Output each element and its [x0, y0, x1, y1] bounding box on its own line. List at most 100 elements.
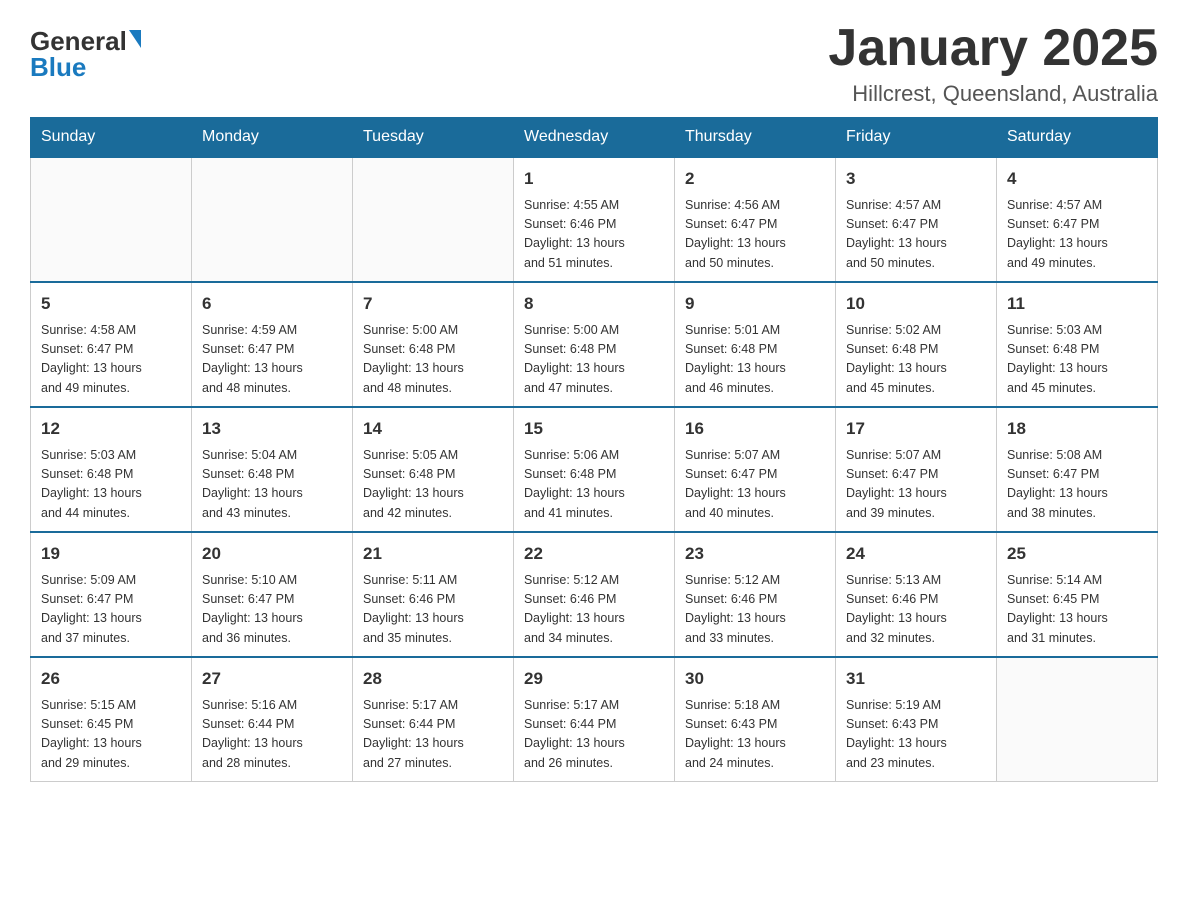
day-info: Sunrise: 5:10 AM Sunset: 6:47 PM Dayligh…: [202, 571, 342, 649]
calendar-header-monday: Monday: [192, 118, 353, 158]
day-number: 27: [202, 666, 342, 692]
day-info: Sunrise: 5:01 AM Sunset: 6:48 PM Dayligh…: [685, 321, 825, 399]
calendar-cell: 2 Sunrise: 4:56 AM Sunset: 6:47 PM Daylig…: [675, 157, 836, 282]
calendar-cell: 9 Sunrise: 5:01 AM Sunset: 6:48 PM Daylig…: [675, 282, 836, 407]
day-number: 9: [685, 291, 825, 317]
day-info: Sunrise: 4:59 AM Sunset: 6:47 PM Dayligh…: [202, 321, 342, 399]
day-number: 5: [41, 291, 181, 317]
day-number: 18: [1007, 416, 1147, 442]
day-info: Sunrise: 5:17 AM Sunset: 6:44 PM Dayligh…: [524, 696, 664, 774]
calendar-cell: 23 Sunrise: 5:12 AM Sunset: 6:46 PM Dayli…: [675, 532, 836, 657]
day-number: 19: [41, 541, 181, 567]
day-info: Sunrise: 5:04 AM Sunset: 6:48 PM Dayligh…: [202, 446, 342, 524]
calendar-cell: 4 Sunrise: 4:57 AM Sunset: 6:47 PM Daylig…: [997, 157, 1158, 282]
day-info: Sunrise: 5:03 AM Sunset: 6:48 PM Dayligh…: [1007, 321, 1147, 399]
day-number: 11: [1007, 291, 1147, 317]
calendar-cell: 13 Sunrise: 5:04 AM Sunset: 6:48 PM Dayli…: [192, 407, 353, 532]
day-number: 21: [363, 541, 503, 567]
calendar-cell: 31 Sunrise: 5:19 AM Sunset: 6:43 PM Dayli…: [836, 657, 997, 782]
calendar-cell: 15 Sunrise: 5:06 AM Sunset: 6:48 PM Dayli…: [514, 407, 675, 532]
calendar-cell: 1 Sunrise: 4:55 AM Sunset: 6:46 PM Daylig…: [514, 157, 675, 282]
calendar-cell: 21 Sunrise: 5:11 AM Sunset: 6:46 PM Dayli…: [353, 532, 514, 657]
calendar-cell: 16 Sunrise: 5:07 AM Sunset: 6:47 PM Dayli…: [675, 407, 836, 532]
day-number: 22: [524, 541, 664, 567]
day-number: 17: [846, 416, 986, 442]
day-info: Sunrise: 5:00 AM Sunset: 6:48 PM Dayligh…: [363, 321, 503, 399]
calendar-cell: [31, 157, 192, 282]
day-number: 16: [685, 416, 825, 442]
calendar-cell: 24Sunrise: 5:13 AM Sunset: 6:46 PM Dayli…: [836, 532, 997, 657]
day-info: Sunrise: 5:12 AM Sunset: 6:46 PM Dayligh…: [685, 571, 825, 649]
title-block: January 2025 Hillcrest, Queensland, Aust…: [828, 20, 1158, 107]
day-info: Sunrise: 5:19 AM Sunset: 6:43 PM Dayligh…: [846, 696, 986, 774]
day-info: Sunrise: 5:08 AM Sunset: 6:47 PM Dayligh…: [1007, 446, 1147, 524]
day-number: 8: [524, 291, 664, 317]
calendar-cell: 8 Sunrise: 5:00 AM Sunset: 6:48 PM Daylig…: [514, 282, 675, 407]
calendar-table: SundayMondayTuesdayWednesdayThursdayFrid…: [30, 117, 1158, 782]
day-number: 20: [202, 541, 342, 567]
day-number: 10: [846, 291, 986, 317]
calendar-cell: 10Sunrise: 5:02 AM Sunset: 6:48 PM Dayli…: [836, 282, 997, 407]
calendar-header-tuesday: Tuesday: [353, 118, 514, 158]
calendar-header-wednesday: Wednesday: [514, 118, 675, 158]
calendar-cell: 17 Sunrise: 5:07 AM Sunset: 6:47 PM Dayli…: [836, 407, 997, 532]
day-info: Sunrise: 5:07 AM Sunset: 6:47 PM Dayligh…: [685, 446, 825, 524]
logo: General Blue: [30, 28, 141, 80]
logo-text-black: General: [30, 28, 127, 54]
day-info: Sunrise: 5:16 AM Sunset: 6:44 PM Dayligh…: [202, 696, 342, 774]
calendar-header-sunday: Sunday: [31, 118, 192, 158]
month-title: January 2025: [828, 20, 1158, 77]
day-info: Sunrise: 5:00 AM Sunset: 6:48 PM Dayligh…: [524, 321, 664, 399]
calendar-cell: 14 Sunrise: 5:05 AM Sunset: 6:48 PM Dayli…: [353, 407, 514, 532]
calendar-cell: 18 Sunrise: 5:08 AM Sunset: 6:47 PM Dayli…: [997, 407, 1158, 532]
calendar-header-saturday: Saturday: [997, 118, 1158, 158]
day-info: Sunrise: 5:12 AM Sunset: 6:46 PM Dayligh…: [524, 571, 664, 649]
day-number: 30: [685, 666, 825, 692]
calendar-cell: 6Sunrise: 4:59 AM Sunset: 6:47 PM Daylig…: [192, 282, 353, 407]
day-number: 23: [685, 541, 825, 567]
day-info: Sunrise: 5:07 AM Sunset: 6:47 PM Dayligh…: [846, 446, 986, 524]
calendar-cell: [997, 657, 1158, 782]
calendar-cell: 27 Sunrise: 5:16 AM Sunset: 6:44 PM Dayli…: [192, 657, 353, 782]
calendar-header-thursday: Thursday: [675, 118, 836, 158]
calendar-header-friday: Friday: [836, 118, 997, 158]
logo-text-blue: Blue: [30, 54, 86, 80]
logo-triangle-icon: [129, 30, 141, 48]
day-info: Sunrise: 5:15 AM Sunset: 6:45 PM Dayligh…: [41, 696, 181, 774]
day-info: Sunrise: 5:05 AM Sunset: 6:48 PM Dayligh…: [363, 446, 503, 524]
day-info: Sunrise: 5:17 AM Sunset: 6:44 PM Dayligh…: [363, 696, 503, 774]
day-number: 14: [363, 416, 503, 442]
day-info: Sunrise: 5:13 AM Sunset: 6:46 PM Dayligh…: [846, 571, 986, 649]
day-info: Sunrise: 5:11 AM Sunset: 6:46 PM Dayligh…: [363, 571, 503, 649]
calendar-cell: 19 Sunrise: 5:09 AM Sunset: 6:47 PM Dayli…: [31, 532, 192, 657]
location-title: Hillcrest, Queensland, Australia: [828, 81, 1158, 107]
calendar-cell: 26 Sunrise: 5:15 AM Sunset: 6:45 PM Dayli…: [31, 657, 192, 782]
day-number: 25: [1007, 541, 1147, 567]
calendar-cell: 11 Sunrise: 5:03 AM Sunset: 6:48 PM Dayli…: [997, 282, 1158, 407]
day-number: 13: [202, 416, 342, 442]
calendar-cell: 7Sunrise: 5:00 AM Sunset: 6:48 PM Daylig…: [353, 282, 514, 407]
calendar-cell: 30 Sunrise: 5:18 AM Sunset: 6:43 PM Dayli…: [675, 657, 836, 782]
day-number: 2: [685, 166, 825, 192]
day-info: Sunrise: 4:56 AM Sunset: 6:47 PM Dayligh…: [685, 196, 825, 274]
day-info: Sunrise: 4:55 AM Sunset: 6:46 PM Dayligh…: [524, 196, 664, 274]
day-number: 4: [1007, 166, 1147, 192]
day-info: Sunrise: 5:09 AM Sunset: 6:47 PM Dayligh…: [41, 571, 181, 649]
day-info: Sunrise: 4:57 AM Sunset: 6:47 PM Dayligh…: [1007, 196, 1147, 274]
day-number: 1: [524, 166, 664, 192]
day-number: 28: [363, 666, 503, 692]
day-number: 29: [524, 666, 664, 692]
day-info: Sunrise: 5:18 AM Sunset: 6:43 PM Dayligh…: [685, 696, 825, 774]
day-number: 26: [41, 666, 181, 692]
day-info: Sunrise: 5:14 AM Sunset: 6:45 PM Dayligh…: [1007, 571, 1147, 649]
day-info: Sunrise: 4:57 AM Sunset: 6:47 PM Dayligh…: [846, 196, 986, 274]
calendar-cell: [353, 157, 514, 282]
page-header: General Blue January 2025 Hillcrest, Que…: [30, 20, 1158, 107]
calendar-cell: 29 Sunrise: 5:17 AM Sunset: 6:44 PM Dayli…: [514, 657, 675, 782]
calendar-cell: [192, 157, 353, 282]
day-info: Sunrise: 5:03 AM Sunset: 6:48 PM Dayligh…: [41, 446, 181, 524]
day-number: 31: [846, 666, 986, 692]
day-info: Sunrise: 5:06 AM Sunset: 6:48 PM Dayligh…: [524, 446, 664, 524]
day-number: 15: [524, 416, 664, 442]
calendar-cell: 20 Sunrise: 5:10 AM Sunset: 6:47 PM Dayli…: [192, 532, 353, 657]
